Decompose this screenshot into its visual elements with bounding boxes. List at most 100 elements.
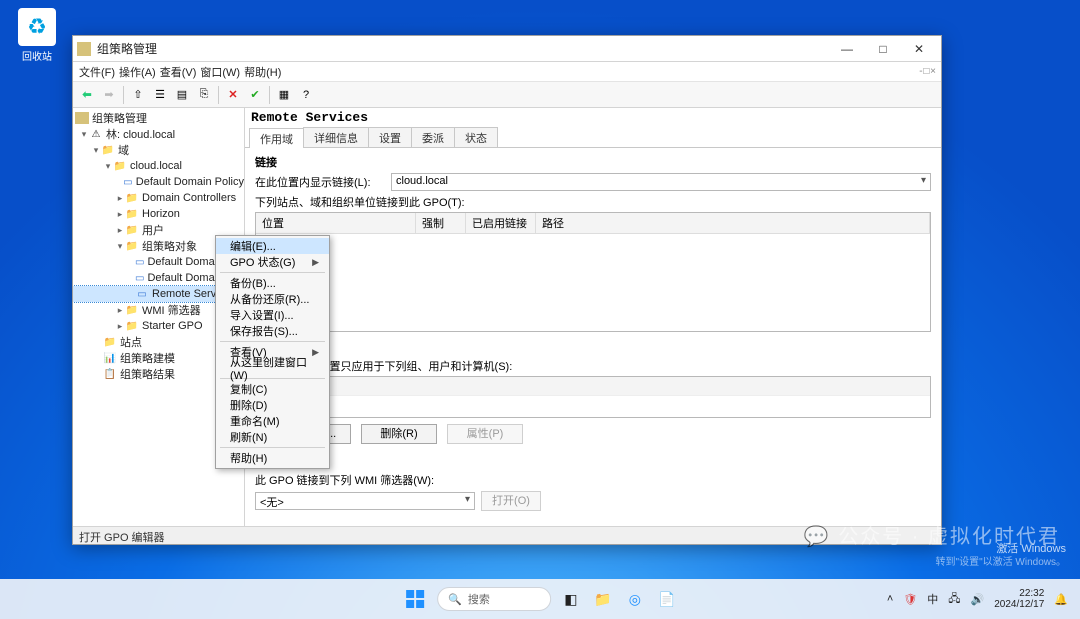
domains-icon: 📁 [101, 144, 115, 156]
ctx-refresh[interactable]: 刷新(N) [216, 429, 329, 445]
context-menu: 编辑(E)... GPO 状态(G)▶ 备份(B)... 从备份还原(R)...… [215, 235, 330, 469]
details-pane: Remote Services 作用域 详细信息 设置 委派 状态 链接 在此位… [245, 108, 941, 526]
ctx-import[interactable]: 导入设置(I)... [216, 307, 329, 323]
back-button[interactable]: ⬅ [77, 85, 97, 105]
gpmc-window: 组策略管理 — □ ✕ 文件(F) 操作(A) 查看(V) 窗口(W) 帮助(H… [72, 35, 942, 545]
results-icon: 📋 [103, 368, 117, 380]
tab-settings[interactable]: 设置 [368, 127, 412, 147]
modeling-icon: 📊 [103, 352, 117, 364]
tray-chevron-icon[interactable]: ˄ [887, 593, 893, 605]
starter-icon: 📁 [125, 320, 139, 332]
links-listbox[interactable]: 位置 强制 已启用链接 路径 [255, 212, 931, 332]
menu-window[interactable]: 窗口(W) [200, 64, 240, 80]
maximize-button[interactable]: □ [865, 37, 901, 61]
menu-action[interactable]: 操作(A) [119, 64, 156, 80]
show-tree-button[interactable]: ☰ [150, 85, 170, 105]
close-button[interactable]: ✕ [901, 37, 937, 61]
links-header: 链接 [255, 154, 931, 170]
tree-modeling[interactable]: 组策略建模 [120, 350, 175, 366]
tree-root[interactable]: 组策略管理 [92, 110, 147, 126]
tree-domain[interactable]: cloud.local [130, 160, 182, 172]
tab-delegation[interactable]: 委派 [411, 127, 455, 147]
sites-icon: 📁 [103, 336, 117, 348]
properties-button: 属性(P) [447, 424, 523, 444]
col-enabled[interactable]: 已启用链接 [466, 213, 536, 233]
tab-scope[interactable]: 作用域 [249, 128, 304, 148]
secfilt-header: 安全筛选 [255, 340, 931, 356]
links-location-combo[interactable]: cloud.local [391, 173, 931, 191]
tab-details[interactable]: 详细信息 [303, 127, 369, 147]
gpo-icon: ▭ [135, 272, 144, 284]
tree-forest[interactable]: 林: cloud.local [106, 126, 175, 142]
tray-security-icon[interactable]: 🛡 [903, 593, 917, 606]
secfilt-col: 名称 [256, 377, 930, 396]
titlebar[interactable]: 组策略管理 — □ ✕ [73, 36, 941, 62]
explorer-icon[interactable]: 📁 [591, 587, 615, 611]
tree-wmi[interactable]: WMI 筛选器 [142, 302, 201, 318]
task-view-icon[interactable]: ◧ [559, 587, 583, 611]
tree-gpo-container[interactable]: 组策略对象 [142, 238, 197, 254]
tree-horizon[interactable]: Horizon [142, 208, 180, 220]
recycle-bin[interactable]: ♻ 回收站 [12, 8, 62, 63]
remove-button[interactable]: 删除(R) [361, 424, 437, 444]
col-path[interactable]: 路径 [536, 213, 930, 233]
links-note: 下列站点、域和组织单位链接到此 GPO(T): [255, 194, 931, 210]
mdi-controls[interactable]: - □ × [919, 66, 935, 77]
ctx-gpo-status[interactable]: GPO 状态(G)▶ [216, 254, 329, 270]
tree-users-ou[interactable]: 用户 [142, 222, 164, 238]
minimize-button[interactable]: — [829, 37, 865, 61]
tree-starter[interactable]: Starter GPO [142, 320, 203, 332]
properties-button[interactable]: ▤ [172, 85, 192, 105]
ou-icon: 📁 [125, 208, 139, 220]
tree-sites[interactable]: 站点 [120, 334, 142, 350]
ctx-delete[interactable]: 删除(D) [216, 397, 329, 413]
taskbar-search[interactable]: 🔍搜索 [437, 587, 551, 611]
app-icon[interactable]: 📄 [655, 587, 679, 611]
menu-view[interactable]: 查看(V) [160, 64, 197, 80]
copy-button[interactable]: ⎘ [194, 85, 214, 105]
pane-title: Remote Services [245, 108, 941, 127]
menu-help[interactable]: 帮助(H) [244, 64, 281, 80]
menu-file[interactable]: 文件(F) [79, 64, 115, 80]
window-title: 组策略管理 [97, 40, 157, 57]
ctx-backup[interactable]: 备份(B)... [216, 275, 329, 291]
ctx-savereport[interactable]: 保存报告(S)... [216, 323, 329, 339]
toolbar: ⬅ ➡ ⇧ ☰ ▤ ⎘ ✕ ✔ ▦ ? [73, 82, 941, 108]
taskbar[interactable]: 🔍搜索 ◧ 📁 ◎ 📄 ˄ 🛡 中 🖧 🔊 22:322024/12/17 🔔 [0, 579, 1080, 619]
forest-icon: ⚠ [89, 128, 103, 140]
ctx-copy[interactable]: 复制(C) [216, 381, 329, 397]
wmi-icon: 📁 [125, 304, 139, 316]
wmi-filter-combo[interactable]: <无> [255, 492, 475, 510]
ctx-rename[interactable]: 重命名(M) [216, 413, 329, 429]
help-icon[interactable]: ? [296, 85, 316, 105]
notifications-icon[interactable]: 🔔 [1054, 593, 1068, 606]
start-button[interactable] [401, 585, 429, 613]
tab-status[interactable]: 状态 [454, 127, 498, 147]
options-button[interactable]: ✔ [245, 85, 265, 105]
edge-icon[interactable]: ◎ [623, 587, 647, 611]
col-force[interactable]: 强制 [416, 213, 466, 233]
refresh-button[interactable]: ▦ [274, 85, 294, 105]
taskbar-clock[interactable]: 22:322024/12/17 [994, 588, 1044, 610]
tray-ime-icon[interactable]: 中 [927, 591, 938, 607]
menubar: 文件(F) 操作(A) 查看(V) 窗口(W) 帮助(H) - □ × [73, 62, 941, 82]
secfilt-listbox[interactable]: 名称 rs [255, 376, 931, 418]
gpo-icon: ▭ [135, 288, 149, 300]
tree-results[interactable]: 组策略结果 [120, 366, 175, 382]
tree-domains[interactable]: 域 [118, 142, 129, 158]
forward-button[interactable]: ➡ [99, 85, 119, 105]
ctx-edit[interactable]: 编辑(E)... [216, 238, 329, 254]
up-button[interactable]: ⇧ [128, 85, 148, 105]
ctx-new-window[interactable]: 从这里创建窗口(W) [216, 360, 329, 376]
ctx-help[interactable]: 帮助(H) [216, 450, 329, 466]
tray-volume-icon[interactable]: 🔊 [971, 593, 985, 606]
tree-ddp[interactable]: Default Domain Policy [136, 176, 244, 188]
ctx-restore[interactable]: 从备份还原(R)... [216, 291, 329, 307]
col-location[interactable]: 位置 [256, 213, 416, 233]
tray-network-icon[interactable]: 🖧 [948, 590, 960, 609]
tree-dc[interactable]: Domain Controllers [142, 192, 236, 204]
delete-button[interactable]: ✕ [223, 85, 243, 105]
wmi-header: WMI 筛选 [255, 454, 931, 470]
ou-icon: 📁 [125, 224, 139, 236]
channel-watermark: 💬 公众号 · 虚拟化时代君 [804, 520, 1060, 549]
